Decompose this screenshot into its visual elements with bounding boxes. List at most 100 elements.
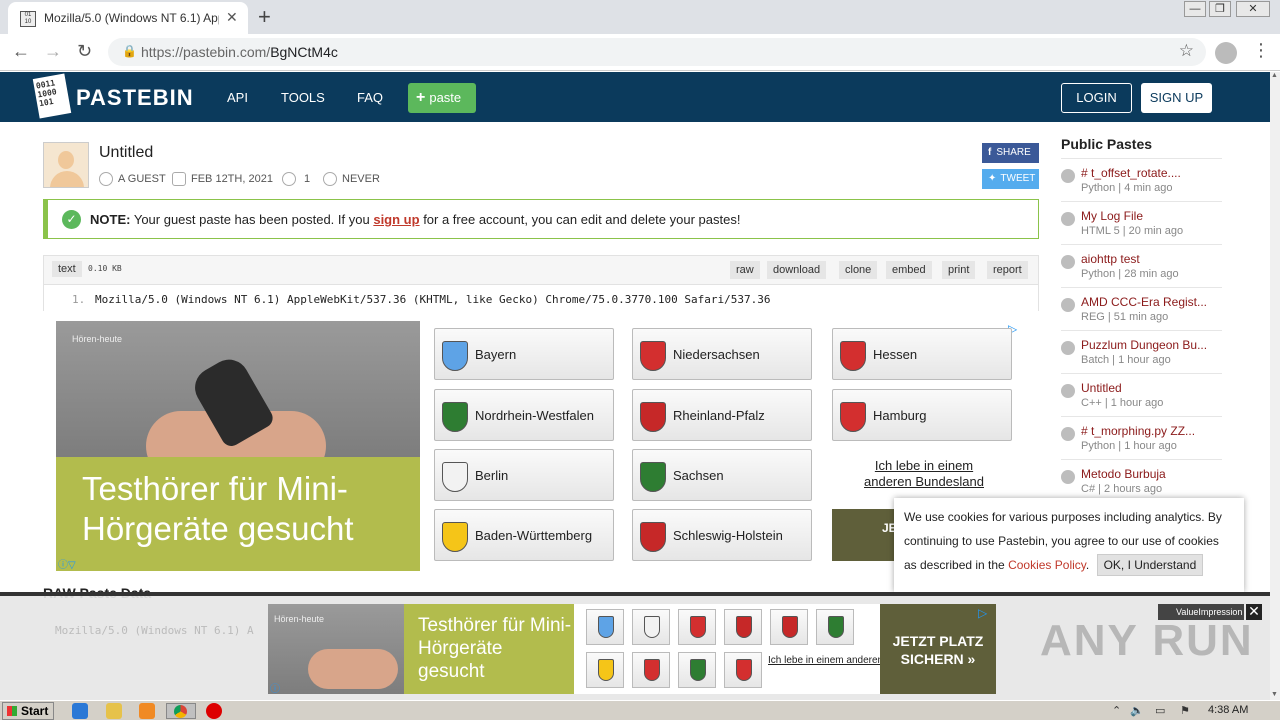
system-clock[interactable]: 4:38 AM — [1208, 704, 1248, 716]
raw-button[interactable]: raw — [730, 261, 760, 279]
minimize-button[interactable]: — — [1184, 1, 1206, 17]
tray-expand-icon[interactable]: ⌃ — [1112, 704, 1121, 717]
public-paste-item[interactable]: My Log File HTML 5 | 20 min ago — [1061, 201, 1222, 244]
other-state-link[interactable]: Ich lebe in einem anderen Bundesland — [854, 458, 994, 490]
nav-api[interactable]: API — [227, 90, 248, 105]
bookmark-star-icon[interactable]: ☆ — [1179, 41, 1194, 61]
cookie-accept-button[interactable]: OK, I Understand — [1096, 554, 1204, 576]
public-paste-item[interactable]: aiohttp test Python | 28 min ago — [1061, 244, 1222, 287]
schleswig-holstein-crest-icon[interactable] — [770, 609, 808, 645]
download-button[interactable]: download — [767, 261, 827, 279]
bayern-crest-icon[interactable] — [586, 609, 624, 645]
embed-button[interactable]: embed — [886, 261, 932, 279]
signup-link[interactable]: sign up — [373, 212, 419, 227]
public-paste-item[interactable]: # t_offset_rotate.... Python | 4 min ago — [1061, 158, 1222, 201]
paste-link[interactable]: aiohttp test — [1081, 252, 1140, 266]
site-logo-text[interactable]: PASTEBIN — [76, 85, 194, 111]
line-text[interactable]: Mozilla/5.0 (Windows NT 6.1) AppleWebKit… — [95, 293, 771, 306]
banner-ad[interactable]: Hören-heute Testhörer für Mini-Hörgeräte… — [56, 321, 1026, 571]
state-button-nrw[interactable]: Nordrhein-Westfalen — [434, 389, 614, 441]
hessen-crest-icon[interactable] — [678, 609, 716, 645]
user-icon — [99, 172, 113, 186]
print-button[interactable]: print — [942, 261, 976, 279]
login-button[interactable]: LOGIN — [1061, 83, 1132, 113]
nrw-crest-icon[interactable] — [816, 609, 854, 645]
hamburg-crest-icon[interactable] — [724, 652, 762, 688]
pastebin-logo-icon[interactable]: 0011 1000 101 — [32, 73, 72, 119]
address-bar[interactable]: 🔒 https://pastebin.com/BgNCtM4c ☆ — [108, 38, 1206, 66]
new-tab-button[interactable]: + — [258, 4, 271, 30]
public-paste-item[interactable]: Puzzlum Dungeon Bu... Batch | 1 hour ago — [1061, 330, 1222, 373]
signup-button[interactable]: SIGN UP — [1141, 83, 1212, 113]
state-button-bayern[interactable]: Bayern — [434, 328, 614, 380]
public-paste-item[interactable]: AMD CCC-Era Regist... REG | 51 min ago — [1061, 287, 1222, 330]
paste-link[interactable]: # t_offset_rotate.... — [1081, 166, 1181, 180]
state-button-hessen[interactable]: Hessen — [832, 328, 1012, 380]
tab-title: Mozilla/5.0 (Windows NT 6.1) AppleWebKit — [44, 11, 219, 25]
sticky-ad[interactable]: Hören-heute Testhörer für Mini-Hörgeräte… — [268, 604, 996, 695]
chrome-taskbar-button[interactable] — [166, 703, 196, 719]
facebook-share-button[interactable]: f SHARE — [982, 143, 1039, 163]
code-line: 1. Mozilla/5.0 (Windows NT 6.1) AppleWeb… — [44, 284, 1038, 311]
paste-link[interactable]: My Log File — [1081, 209, 1143, 223]
back-arrow-icon[interactable]: ← — [12, 41, 30, 62]
public-paste-item[interactable]: Metodo Burbuja C# | 2 hours ago — [1061, 459, 1222, 502]
sticky-ad-info-icon[interactable]: ⓘ — [270, 680, 280, 695]
niedersachsen-crest-icon[interactable] — [632, 652, 670, 688]
state-button-baden-wuerttemberg[interactable]: Baden-Württemberg — [434, 509, 614, 561]
speaker-icon[interactable]: 🔈 — [1130, 704, 1144, 717]
sticky-ad-close-icon[interactable]: ✕ — [1246, 604, 1262, 620]
public-paste-item[interactable]: Untitled C++ | 1 hour ago — [1061, 373, 1222, 416]
paste-link[interactable]: Metodo Burbuja — [1081, 467, 1166, 481]
page-scrollbar[interactable]: ▲ ▼ — [1270, 72, 1280, 700]
paste-link[interactable]: AMD CCC-Era Regist... — [1081, 295, 1207, 309]
tab-close-icon[interactable]: ✕ — [226, 9, 238, 26]
nav-tools[interactable]: TOOLS — [281, 90, 325, 105]
sachsen-crest-icon[interactable] — [678, 652, 716, 688]
state-button-sachsen[interactable]: Sachsen — [632, 449, 812, 501]
nav-faq[interactable]: FAQ — [357, 90, 383, 105]
browser-menu-icon[interactable]: ⋮ — [1252, 40, 1270, 61]
url-text[interactable]: https://pastebin.com/BgNCtM4c — [141, 44, 338, 60]
paste-meta: REG | 51 min ago — [1081, 311, 1169, 323]
globe-icon — [1061, 384, 1075, 398]
network-icon[interactable]: ▭ — [1155, 704, 1165, 717]
clone-button[interactable]: clone — [839, 261, 878, 279]
state-button-berlin[interactable]: Berlin — [434, 449, 614, 501]
state-button-hamburg[interactable]: Hamburg — [832, 389, 1012, 441]
maximize-button[interactable]: ❐ — [1209, 1, 1231, 17]
paste-link[interactable]: Untitled — [1081, 381, 1122, 395]
state-button-rheinland-pfalz[interactable]: Rheinland-Pfalz — [632, 389, 812, 441]
state-button-schleswig-holstein[interactable]: Schleswig-Holstein — [632, 509, 812, 561]
syntax-label[interactable]: text — [52, 261, 82, 277]
sticky-adchoices-icon[interactable]: ▷ — [978, 606, 987, 620]
public-paste-item[interactable]: # t_morphing.py ZZ... Python | 1 hour ago — [1061, 416, 1222, 459]
scroll-up-arrow-icon[interactable]: ▲ — [1271, 72, 1278, 79]
forward-arrow-icon[interactable]: → — [44, 41, 62, 62]
cookies-policy-link[interactable]: Cookies Policy — [1008, 558, 1086, 572]
ie-icon[interactable] — [72, 703, 88, 719]
rheinland-pfalz-crest-icon[interactable] — [724, 609, 762, 645]
ad-info-icon[interactable]: ⓘ▽ — [58, 556, 76, 571]
paste-link[interactable]: # t_morphing.py ZZ... — [1081, 424, 1195, 438]
paste-author: A GUEST — [99, 172, 166, 186]
start-button[interactable]: Start — [2, 702, 54, 720]
browser-tab[interactable]: 0110 Mozilla/5.0 (Windows NT 6.1) AppleW… — [8, 2, 248, 34]
security-app-icon[interactable] — [206, 703, 222, 719]
scroll-down-arrow-icon[interactable]: ▼ — [1271, 691, 1278, 698]
window-close-button[interactable]: ✕ — [1236, 1, 1270, 17]
reload-icon[interactable]: ↻ — [77, 41, 92, 62]
baden-wuerttemberg-crest-icon[interactable] — [586, 652, 624, 688]
twitter-tweet-button[interactable]: ✦ TWEET — [982, 169, 1039, 189]
report-button[interactable]: report — [987, 261, 1028, 279]
state-button-niedersachsen[interactable]: Niedersachsen — [632, 328, 812, 380]
facebook-icon: f — [988, 147, 992, 158]
new-paste-button[interactable]: + paste — [408, 83, 476, 113]
explorer-folder-icon[interactable] — [106, 703, 122, 719]
media-player-icon[interactable] — [139, 703, 155, 719]
state-name: Sachsen — [673, 468, 724, 483]
flag-icon[interactable]: ⚑ — [1180, 704, 1190, 717]
profile-avatar-icon[interactable] — [1215, 42, 1237, 64]
berlin-crest-icon[interactable] — [632, 609, 670, 645]
paste-link[interactable]: Puzzlum Dungeon Bu... — [1081, 338, 1207, 352]
